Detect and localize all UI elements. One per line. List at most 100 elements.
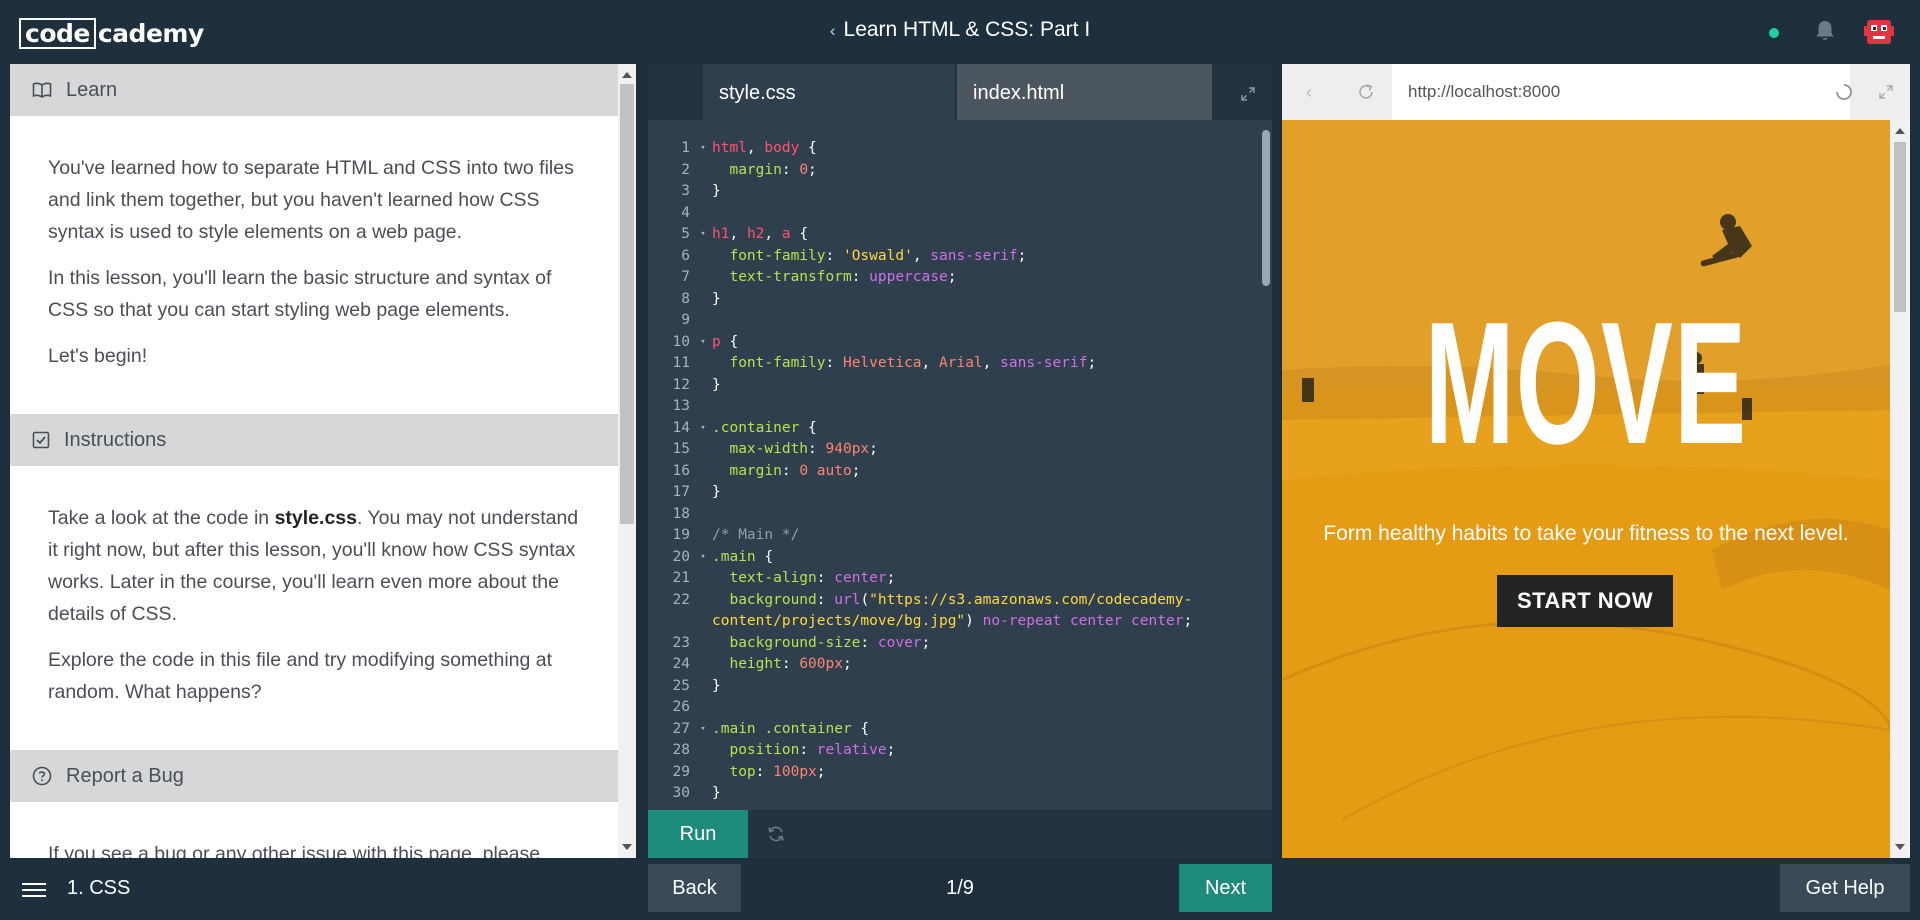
code-line[interactable]: 27 ▾ .main .container { — [648, 719, 1258, 741]
code-line[interactable]: 19 /* Main */ — [648, 525, 1258, 547]
code-text: } — [712, 482, 1258, 504]
fold-arrow-icon[interactable]: ▾ — [694, 224, 712, 246]
scroll-down-arrow-icon[interactable] — [622, 844, 632, 850]
bell-icon[interactable] — [1812, 18, 1838, 44]
code-token: , — [912, 247, 931, 264]
code-line[interactable]: 15 max-width: 940px; — [648, 439, 1258, 461]
tab-index-html[interactable]: index.html — [957, 64, 1212, 120]
line-number — [648, 611, 694, 633]
code-line[interactable]: 12} — [648, 375, 1258, 397]
preview-scrollbar[interactable] — [1890, 120, 1910, 858]
scroll-up-arrow-icon[interactable] — [1895, 128, 1905, 134]
editor-scrollbar-thumb[interactable] — [1262, 130, 1270, 286]
lesson-scrollbar[interactable] — [618, 64, 636, 858]
book-icon — [32, 82, 52, 98]
code-token: max-width — [712, 441, 809, 457]
loading-spinner-icon — [1836, 84, 1852, 100]
fold-arrow-icon[interactable]: ▾ — [694, 138, 712, 160]
instructions-paragraph: Take a look at the code in style.css. Yo… — [48, 502, 580, 630]
code-lines[interactable]: 1 ▾ html, body {2 margin: 0; 3} 4 5 ▾ h1, h2, a… — [648, 138, 1258, 805]
url-field[interactable]: http://localhost:8000 — [1392, 64, 1850, 120]
lesson-name[interactable]: 1. CSS — [67, 877, 130, 900]
code-text: background-size: cover; — [712, 633, 1258, 655]
code-line[interactable]: 9 — [648, 310, 1258, 332]
report-bug-section-body: If you see a bug or any other issue with… — [10, 802, 618, 858]
scrollbar-thumb[interactable] — [620, 84, 634, 524]
back-button[interactable]: Back — [648, 864, 741, 912]
code-line[interactable]: 10 ▾ p { — [648, 332, 1258, 354]
code-token: .main .container — [712, 720, 852, 737]
code-line[interactable]: 4 — [648, 203, 1258, 225]
code-token: ; — [886, 742, 896, 758]
code-line[interactable]: 13 — [648, 396, 1258, 418]
code-line[interactable]: 21 text-align: center; — [648, 568, 1258, 590]
code-token: sans-serif — [930, 247, 1018, 264]
code-line[interactable]: 25} — [648, 676, 1258, 698]
scrollbar-thumb[interactable] — [1894, 142, 1906, 312]
get-help-button[interactable]: Get Help — [1780, 864, 1910, 912]
line-number: 7 — [681, 269, 690, 285]
code-line[interactable]: 14 ▾ .container { — [648, 418, 1258, 440]
code-line[interactable]: 1 ▾ html, body { — [648, 138, 1258, 160]
scroll-down-arrow-icon[interactable] — [1895, 844, 1905, 850]
expand-icon[interactable] — [1240, 86, 1256, 102]
fold-arrow-icon[interactable]: ▾ — [694, 547, 712, 569]
code-text: html, body { — [712, 138, 1258, 160]
code-line[interactable]: 5 ▾ h1, h2, a { — [648, 224, 1258, 246]
start-now-button[interactable]: START NOW — [1497, 575, 1673, 627]
code-token: p — [712, 333, 721, 350]
preview-viewport: MOVE Form healthy habits to take your fi… — [1282, 120, 1890, 858]
code-line[interactable]: 6 font-family: 'Oswald', sans-serif; — [648, 246, 1258, 268]
code-line[interactable]: 17} — [648, 482, 1258, 504]
report-bug-section-header[interactable]: Report a Bug — [10, 750, 618, 802]
code-line[interactable]: 23 background-size: cover; — [648, 633, 1258, 655]
browser-back-icon[interactable]: ‹ — [1306, 82, 1312, 103]
user-avatar[interactable] — [1863, 16, 1895, 48]
fold-arrow-icon[interactable]: ▾ — [694, 719, 712, 741]
code-token: ; — [808, 161, 817, 178]
code-token: : — [781, 462, 800, 479]
code-line[interactable]: 11 font-family: Helvetica, Arial, sans-s… — [648, 353, 1258, 375]
code-line[interactable]: 3} — [648, 181, 1258, 203]
code-line[interactable]: 22 background: url("https://s3.amazonaws… — [648, 590, 1258, 612]
tab-style-css[interactable]: style.css — [703, 64, 955, 120]
code-token: ; — [842, 656, 852, 672]
code-token: } — [712, 183, 721, 199]
run-button[interactable]: Run — [648, 810, 748, 858]
fold-arrow-icon[interactable]: ▾ — [694, 418, 712, 440]
menu-icon[interactable] — [22, 880, 46, 900]
reset-icon[interactable] — [766, 824, 786, 844]
code-editor: style.css index.html 1 ▾ html, body {2 mar… — [648, 64, 1272, 858]
code-line[interactable]: 29 top: 100px; — [648, 762, 1258, 784]
code-line[interactable]: 28 position: relative; — [648, 740, 1258, 762]
code-token: : — [781, 656, 800, 672]
scroll-up-arrow-icon[interactable] — [622, 72, 632, 78]
code-text: max-width: 940px; — [712, 439, 1258, 461]
code-line[interactable]: 24 height: 600px; — [648, 654, 1258, 676]
code-token: text-transform — [712, 269, 852, 285]
code-line[interactable]: 30} — [648, 783, 1258, 805]
code-line[interactable]: 26 — [648, 697, 1258, 719]
line-number: 1 — [681, 140, 690, 156]
refresh-icon[interactable] — [1356, 82, 1376, 102]
fold-arrow-icon — [694, 568, 712, 590]
code-line[interactable]: 2 margin: 0; — [648, 160, 1258, 182]
code-line[interactable]: 18 — [648, 504, 1258, 526]
learn-section-header[interactable]: Learn — [10, 64, 618, 116]
code-line[interactable]: 7 text-transform: uppercase; — [648, 267, 1258, 289]
code-line[interactable]: 16 margin: 0 auto; — [648, 461, 1258, 483]
code-line[interactable]: content/projects/move/bg.jpg") no-repeat… — [648, 611, 1258, 633]
fold-arrow-icon — [694, 203, 712, 225]
code-line[interactable]: 8} — [648, 289, 1258, 311]
expand-icon[interactable] — [1878, 84, 1894, 100]
fold-arrow-icon[interactable]: ▾ — [694, 332, 712, 354]
instructions-section-header[interactable]: Instructions — [10, 414, 618, 466]
fold-arrow-icon — [694, 439, 712, 461]
code-token: "https://s3.amazonaws.com/codecademy- — [869, 591, 1193, 608]
next-button[interactable]: Next — [1179, 864, 1272, 912]
code-text: } — [712, 181, 1258, 203]
code-line[interactable]: 20 ▾ .main { — [648, 547, 1258, 569]
line-number: 21 — [672, 570, 690, 586]
course-title-link[interactable]: ‹ Learn HTML & CSS: Part I — [0, 18, 1920, 42]
